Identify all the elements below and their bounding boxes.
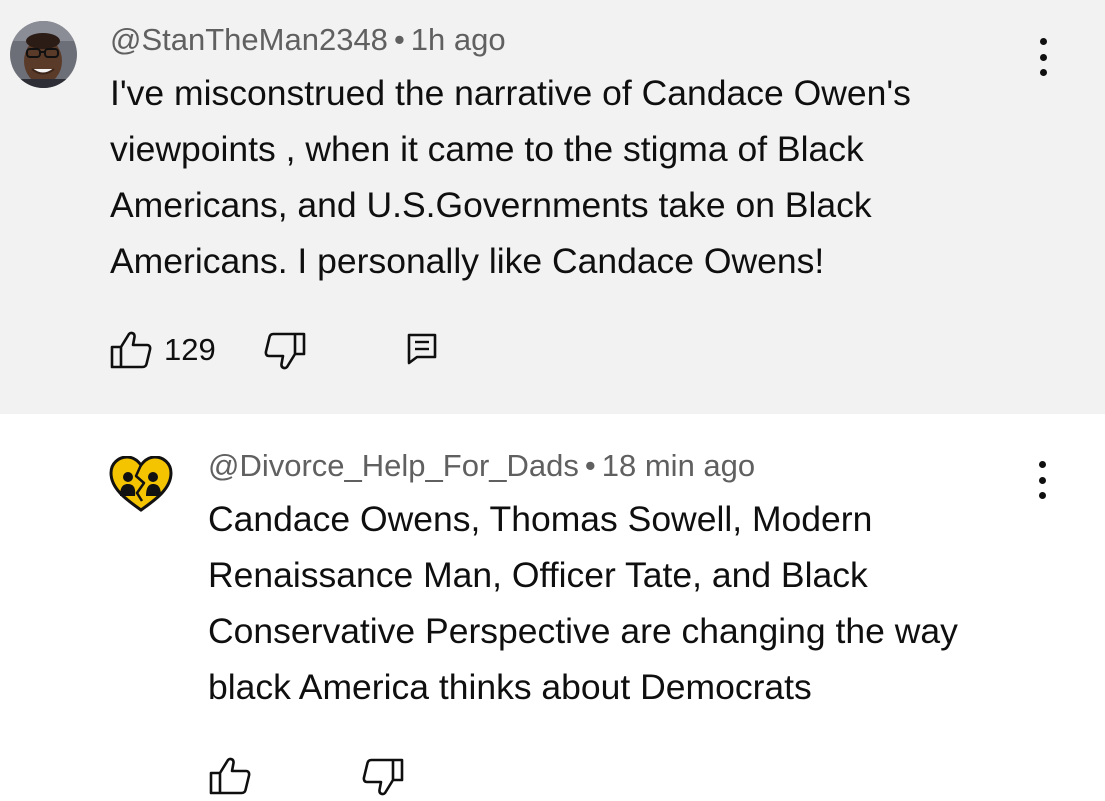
comment-text-line: Renaissance Man, Officer Tate, and Black xyxy=(208,555,868,595)
broken-heart-logo-icon xyxy=(109,455,173,512)
author-handle[interactable]: @StanTheMan2348 xyxy=(110,22,388,57)
comment-text-line: Conservative Perspective are changing th… xyxy=(208,611,958,651)
user-avatar[interactable] xyxy=(109,455,173,512)
meta-separator: • xyxy=(393,22,405,57)
comment-meta: @Divorce_Help_For_Dads • 18 min ago xyxy=(208,446,755,486)
comment-text-line: black America thinks about Democrats xyxy=(208,667,812,707)
comment-timestamp[interactable]: 18 min ago xyxy=(602,448,755,483)
dislike-button[interactable] xyxy=(362,758,404,801)
more-options-icon[interactable] xyxy=(1027,458,1057,502)
comment-text-line: Candace Owens, Thomas Sowell, Modern xyxy=(208,499,873,539)
author-handle[interactable]: @Divorce_Help_For_Dads xyxy=(208,448,579,483)
kebab-dot xyxy=(1038,492,1046,499)
comment-text: Candace Owens, Thomas Sowell, Modern Ren… xyxy=(208,491,1068,715)
kebab-dot xyxy=(1038,476,1046,484)
more-options-icon[interactable] xyxy=(1028,35,1058,79)
like-count: 129 xyxy=(164,332,216,367)
comment-main: @StanTheMan2348 • 1h ago I've misconstrued… xyxy=(0,0,1105,414)
like-button[interactable] xyxy=(110,331,152,374)
comment-text-line: viewpoints , when it came to the stigma … xyxy=(110,129,864,169)
thumbs-up-icon xyxy=(110,331,152,369)
reply-button[interactable] xyxy=(407,333,437,370)
thumbs-down-icon xyxy=(362,758,404,796)
reply-icon xyxy=(407,333,437,365)
comment-timestamp[interactable]: 1h ago xyxy=(411,22,506,57)
kebab-dot xyxy=(1039,38,1047,45)
kebab-dot xyxy=(1039,53,1047,61)
comment-text-line: Americans. I personally like Candace Owe… xyxy=(110,241,825,281)
comment-text-line: I've misconstrued the narrative of Canda… xyxy=(110,73,911,113)
comment-meta: @StanTheMan2348 • 1h ago xyxy=(110,20,506,60)
dislike-button[interactable] xyxy=(264,332,306,375)
kebab-dot xyxy=(1039,69,1047,76)
avatar-photo xyxy=(10,21,77,88)
meta-separator: • xyxy=(584,448,596,483)
kebab-dot xyxy=(1038,461,1046,468)
comment-text: I've misconstrued the narrative of Canda… xyxy=(110,65,1040,289)
thumbs-down-icon xyxy=(264,332,306,370)
user-avatar[interactable] xyxy=(10,21,77,88)
like-button[interactable] xyxy=(209,757,251,800)
thumbs-up-icon xyxy=(209,757,251,795)
comment-text-line: Americans, and U.S.Governments take on B… xyxy=(110,185,872,225)
